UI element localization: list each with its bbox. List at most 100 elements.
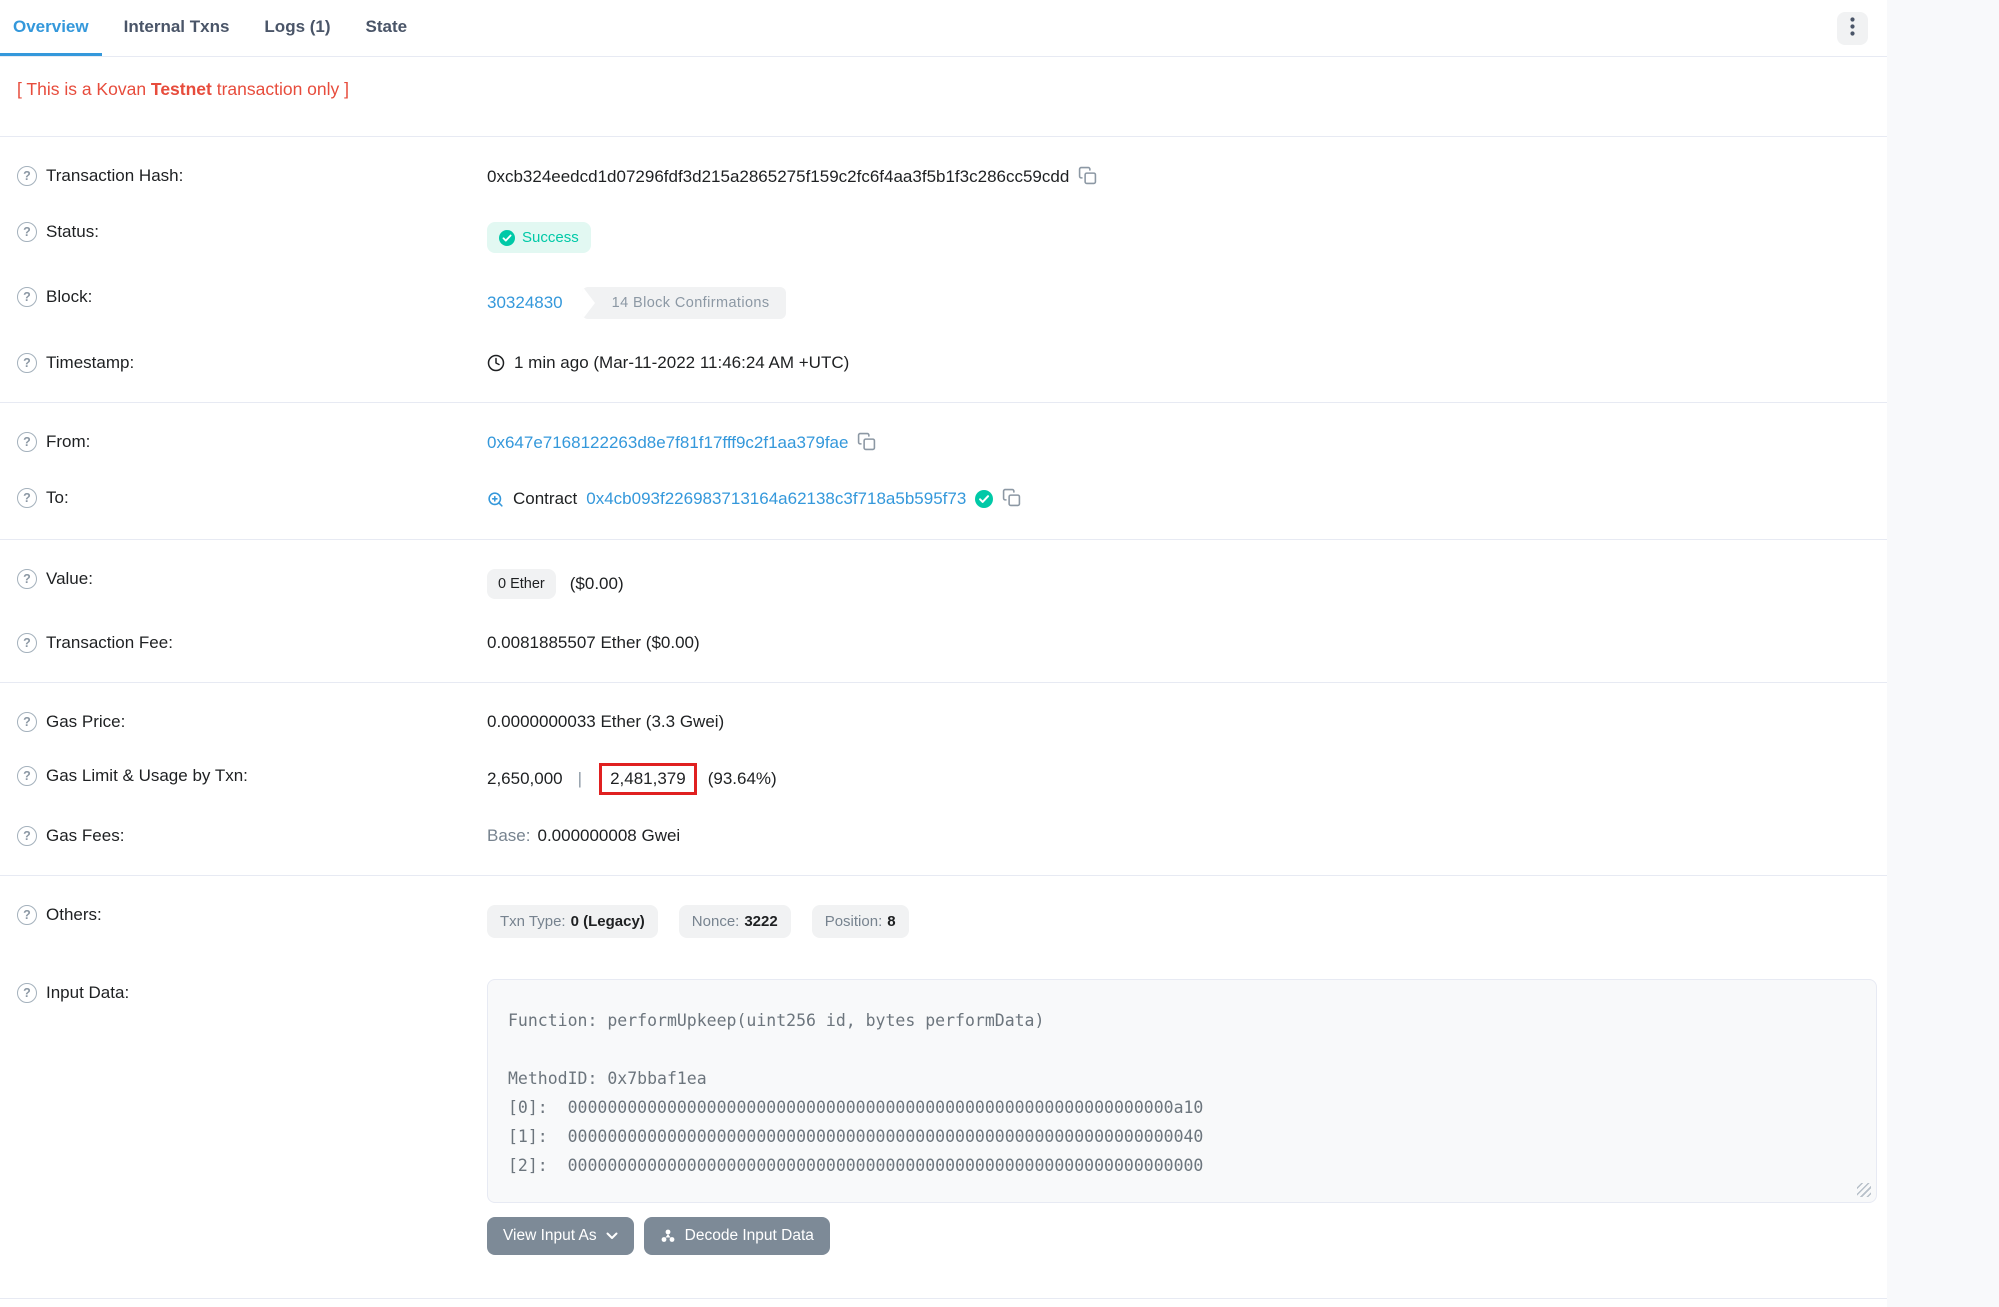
from-label: From:: [46, 432, 90, 452]
timestamp-label: Timestamp:: [46, 353, 134, 373]
divider: [0, 682, 1887, 683]
decode-input-data-button[interactable]: Decode Input Data: [644, 1217, 830, 1255]
row-transaction-fee: ? Transaction Fee: 0.0081885507 Ether ($…: [0, 616, 1887, 670]
view-input-as-label: View Input As: [503, 1227, 597, 1245]
row-value: ? Value: 0 Ether ($0.00): [0, 552, 1887, 616]
transaction-hash-label: Transaction Hash:: [46, 166, 183, 186]
txn-type-value: 0 (Legacy): [571, 913, 645, 930]
block-number-link[interactable]: 30324830: [487, 293, 563, 313]
notice-suffix: transaction only ]: [212, 79, 349, 99]
row-status: ? Status: Success: [0, 205, 1887, 270]
input-data-textarea[interactable]: Function: performUpkeep(uint256 id, byte…: [487, 979, 1877, 1203]
copy-from-address-button[interactable]: [857, 432, 876, 454]
decode-input-data-label: Decode Input Data: [685, 1227, 814, 1245]
divider: [0, 539, 1887, 540]
gas-fees-label: Gas Fees:: [46, 826, 124, 846]
row-input-data: ? Input Data: Function: performUpkeep(ui…: [0, 955, 1887, 1272]
help-icon[interactable]: ?: [17, 488, 37, 508]
copy-icon: [857, 432, 876, 454]
page: Overview Internal Txns Logs (1) State [ …: [0, 0, 1999, 1307]
kebab-menu-icon: [1850, 17, 1855, 39]
tab-overview[interactable]: Overview: [0, 0, 102, 56]
row-gas-price: ? Gas Price: 0.0000000033 Ether (3.3 Gwe…: [0, 695, 1887, 749]
notice-bold: Testnet: [151, 79, 212, 99]
gas-used-highlight-box: 2,481,379: [599, 763, 697, 795]
to-contract-word: Contract: [513, 489, 577, 509]
gas-fees-base-label: Base:: [487, 826, 530, 846]
from-address-link[interactable]: 0x647e7168122263d8e7f81f17fff9c2f1aa379f…: [487, 433, 848, 453]
zoom-in-icon[interactable]: [487, 491, 504, 508]
tab-internal-txns[interactable]: Internal Txns: [111, 0, 243, 56]
row-from: ? From: 0x647e7168122263d8e7f81f17fff9c2…: [0, 415, 1887, 471]
transaction-card: Overview Internal Txns Logs (1) State [ …: [0, 0, 1887, 1307]
help-icon[interactable]: ?: [17, 353, 37, 373]
view-input-as-button[interactable]: View Input As: [487, 1217, 634, 1255]
help-icon[interactable]: ?: [17, 569, 37, 589]
nonce-badge: Nonce: 3222: [679, 905, 791, 938]
status-value: Success: [522, 229, 579, 246]
more-options-button[interactable]: [1837, 12, 1868, 45]
copy-icon: [1078, 166, 1097, 188]
help-icon[interactable]: ?: [17, 222, 37, 242]
position-value: 8: [887, 913, 895, 930]
status-label: Status:: [46, 222, 99, 242]
help-icon[interactable]: ?: [17, 905, 37, 925]
gas-used-value: 2,481,379: [610, 769, 686, 788]
help-icon[interactable]: ?: [17, 432, 37, 452]
help-icon[interactable]: ?: [17, 983, 37, 1003]
chevron-down-icon: [606, 1232, 618, 1240]
others-label: Others:: [46, 905, 102, 925]
help-icon[interactable]: ?: [17, 287, 37, 307]
transaction-fee-label: Transaction Fee:: [46, 633, 173, 653]
copy-txhash-button[interactable]: [1078, 166, 1097, 188]
timestamp-value: 1 min ago (Mar-11-2022 11:46:24 AM +UTC): [514, 353, 849, 373]
verified-check-icon: [975, 490, 993, 508]
row-gas-limit-usage: ? Gas Limit & Usage by Txn: 2,650,000 | …: [0, 749, 1887, 809]
help-icon[interactable]: ?: [17, 633, 37, 653]
help-icon[interactable]: ?: [17, 166, 37, 186]
row-others: ? Others: Txn Type: 0 (Legacy) Nonce: 32…: [0, 888, 1887, 955]
tab-state[interactable]: State: [353, 0, 421, 56]
nonce-value: 3222: [744, 913, 777, 930]
transaction-fee-value: 0.0081885507 Ether ($0.00): [487, 633, 700, 653]
value-label: Value:: [46, 569, 93, 589]
input-data-label: Input Data:: [46, 983, 129, 1003]
divider: [0, 1298, 1887, 1299]
position-badge: Position: 8: [812, 905, 909, 938]
position-label: Position:: [825, 913, 883, 930]
tabbar-spacer: [429, 0, 1837, 56]
row-to: ? To: Contract 0x4cb093f226983713164a621…: [0, 471, 1887, 527]
help-icon[interactable]: ?: [17, 712, 37, 732]
check-circle-icon: [499, 230, 515, 246]
divider: [0, 402, 1887, 403]
gas-price-label: Gas Price:: [46, 712, 125, 732]
tab-logs[interactable]: Logs (1): [251, 0, 343, 56]
divider: [0, 136, 1887, 137]
decode-icon: [660, 1228, 676, 1244]
copy-to-address-button[interactable]: [1002, 488, 1021, 510]
value-amount-badge: 0 Ether: [487, 569, 556, 599]
gas-limit-usage-label: Gas Limit & Usage by Txn:: [46, 766, 248, 786]
status-badge: Success: [487, 222, 591, 253]
gas-limit-value: 2,650,000: [487, 769, 563, 789]
gas-separator: |: [572, 769, 588, 789]
block-confirmations-badge: 14 Block Confirmations: [582, 287, 786, 319]
row-gas-fees: ? Gas Fees: Base: 0.000000008 Gwei: [0, 809, 1887, 863]
clock-icon: [487, 354, 505, 372]
to-address-link[interactable]: 0x4cb093f226983713164a62138c3f718a5b595f…: [586, 489, 966, 509]
gas-price-value: 0.0000000033 Ether (3.3 Gwei): [487, 712, 724, 732]
help-icon[interactable]: ?: [17, 826, 37, 846]
input-data-actions: View Input As Decode Input Data: [487, 1217, 1877, 1255]
txn-type-badge: Txn Type: 0 (Legacy): [487, 905, 658, 938]
copy-icon: [1002, 488, 1021, 510]
txn-type-label: Txn Type:: [500, 913, 566, 930]
block-label: Block:: [46, 287, 92, 307]
gas-used-percent: (93.64%): [708, 769, 777, 789]
row-timestamp: ? Timestamp: 1 min ago (Mar-11-2022 11:4…: [0, 336, 1887, 390]
transaction-hash-value: 0xcb324eedcd1d07296fdf3d215a2865275f159c…: [487, 167, 1069, 187]
to-label: To:: [46, 488, 69, 508]
divider: [0, 875, 1887, 876]
help-icon[interactable]: ?: [17, 766, 37, 786]
nonce-label: Nonce:: [692, 913, 740, 930]
tab-bar: Overview Internal Txns Logs (1) State: [0, 0, 1887, 57]
